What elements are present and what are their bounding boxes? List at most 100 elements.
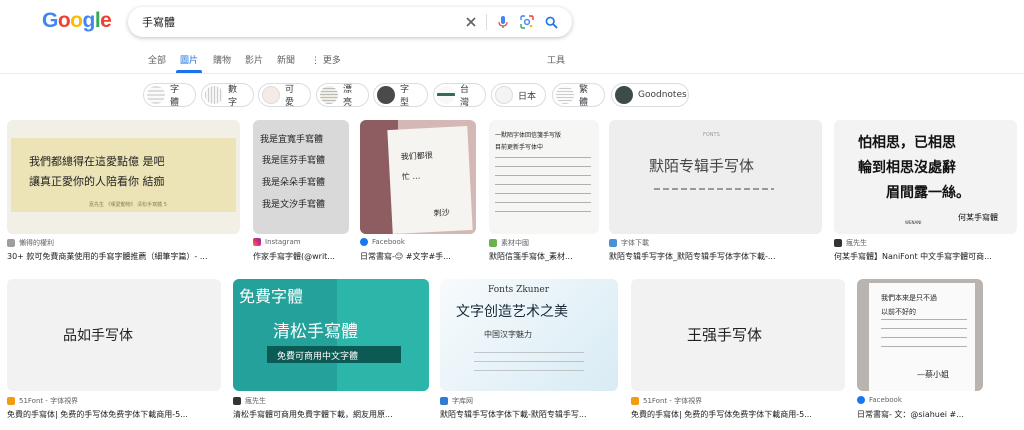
tab-more[interactable]: ⋮ 更多 [311,53,341,66]
chip-thumb [377,86,395,104]
chip-thumb [615,86,633,104]
image-result[interactable]: Fonts Zkuner 文字创造艺术之美 中国汉字魅力 字库网 默陌专辑手写体… [440,279,618,427]
image-result[interactable]: 品如手写体 51Font - 字体視界 免費的手寫体| 免费的手写体免费字体下載… [7,279,221,427]
chip-label: 台灣 [460,85,470,108]
tools-button[interactable]: 工具 [547,53,565,66]
chip-thumb [495,86,513,104]
microphone-icon[interactable] [494,13,512,31]
chip-label: 數字 [228,85,238,108]
image-text: Fonts Zkuner [488,285,549,295]
chip-thumb [262,86,280,104]
image-text: 一默陌字体回信箋手写版 [495,132,562,139]
chip-label: 可愛 [285,85,295,108]
tab-images[interactable]: 圖片 [180,53,198,66]
image-result[interactable]: 我們都總得在這愛點億 是吧 讓真正愛你的人陪看你 結痂 嘉先生 《嘆愛動物》 清… [7,120,243,268]
source-name: 51Font - 字体視界 [19,397,79,405]
chip-goodnotes[interactable]: Goodnotes [611,83,689,107]
chip-taiwan[interactable]: 台灣 [433,83,486,108]
image-text: 中国汉字魅力 [484,330,532,339]
image-result[interactable]: 免費字體 清松手寫體 免費可商用中文字體 瘋先生 清松手寫體可商用免費字體下載，… [233,279,429,427]
brand-label: WENANI [905,220,922,225]
chip-label: 漂亮 [343,85,353,108]
tab-shopping[interactable]: 購物 [213,53,231,66]
result-title: 默陌信箋手寫体_素材... [489,252,573,261]
result-source: 懶得的權利 [7,238,240,248]
source-name: Facebook [372,238,405,246]
image-caption: 何某手寫體 [958,213,998,222]
tab-videos[interactable]: 影片 [245,53,263,66]
chip-thumb [205,86,223,104]
result-title: 默陌专辑手写字体_默陌专辑手写体字体下載-... [609,252,776,261]
image-text: 刺沙 [433,208,450,218]
source-favicon-icon [609,239,617,247]
image-result[interactable]: 我們本來是只不過 以前不好的 —蔡小姐 Facebook 日常書寫- 文：@si… [857,279,983,427]
source-name: 素材中國 [501,239,529,247]
result-image: 我们都很 忙 … 刺沙 [360,120,476,234]
tab-all[interactable]: 全部 [148,53,166,66]
chip-thumb [556,86,574,104]
result-source: Facebook [360,238,476,246]
image-text: 我是朵朵手寫體 [262,178,326,188]
image-caption: 嘉先生 《嘆愛動物》 清松手寫體 5 [89,202,167,208]
image-result[interactable]: 王强手写体 51Font - 字体視界 免費的手寫体| 免费的手写体免费字体下載… [631,279,845,427]
source-favicon-icon [233,397,241,405]
chip-numbers[interactable]: 數字 [201,83,254,108]
source-name: Instagram [265,238,301,246]
result-source: 瘋先生 [233,396,429,406]
image-text: 我是文汐手寫體 [262,200,326,210]
tab-news[interactable]: 新聞 [277,53,295,66]
handwriting-lines [881,319,967,355]
image-text: 眉間露一絲。 [886,185,970,201]
search-input[interactable] [142,13,442,31]
paper-sheet: 我们都很 忙 … 刺沙 [387,125,473,234]
chip-cute[interactable]: 可愛 [258,83,311,108]
chip-pretty[interactable]: 漂亮 [316,83,369,108]
result-source: 素材中國 [489,238,599,248]
image-result[interactable]: 怕相思，已相思 輪到相思沒處辭 眉間露一絲。 WENANI 何某手寫體 瘋先生 … [834,120,1017,268]
image-result[interactable]: 我是宜寬手寫體 我是匡芬手寫體 我是朵朵手寫體 我是文汐手寫體 Instagra… [253,120,349,268]
tab-more-label: 更多 [322,56,341,66]
chip-traditional[interactable]: 繁體 [552,83,605,108]
handwriting-lines [474,349,584,379]
result-image: 王强手写体 [631,279,845,391]
chip-font[interactable]: 字體 [143,83,196,108]
handwriting-lines [495,156,591,220]
clear-icon[interactable] [462,13,480,31]
result-source: 51Font - 字体視界 [7,396,221,406]
result-image: 品如手写体 [7,279,221,391]
image-text: 默陌专辑手写体 [649,157,755,175]
facebook-icon [360,238,368,246]
source-favicon-icon [440,397,448,405]
image-text: 我是匡芬手寫體 [262,156,326,166]
image-text: 我们都很 [400,150,433,162]
result-image: 一默陌字体回信箋手写版 目前更新手写体中 [489,120,599,234]
google-logo[interactable]: Google [42,9,112,33]
image-result[interactable]: 一默陌字体回信箋手写版 目前更新手写体中 素材中國 默陌信箋手寫体_素材... [489,120,599,268]
image-text: 讓真正愛你的人陪看你 結痂 [29,175,165,188]
source-name: 瘋先生 [245,397,266,405]
result-source: Facebook [857,396,983,404]
chip-japan[interactable]: 日本 [491,83,546,107]
result-title: 日常書寫- 文：@siahuei #... [857,410,964,419]
result-title: 何某手寫體】NaniFont 中文手寫字體可商... [834,252,992,261]
nav-divider [0,73,1024,74]
image-caption: FONTS [703,132,720,138]
chip-label: 繁體 [579,85,589,108]
image-text: 品如手写体 [63,328,133,344]
image-text: 忙 … [401,171,421,182]
result-title: 30+ 款可免費商業使用的手寫字體推薦（細筆字篇）- ... [7,252,208,261]
chip-thumb [147,86,165,104]
image-result[interactable]: FONTS 默陌专辑手写体 字体下載 默陌专辑手写字体_默陌专辑手写体字体下載-… [609,120,822,268]
image-text: 目前更新手写体中 [495,144,544,151]
more-dots-icon: ⋮ [311,56,320,66]
result-image: 怕相思，已相思 輪到相思沒處辭 眉間露一絲。 WENANI 何某手寫體 [834,120,1017,234]
image-result[interactable]: 我们都很 忙 … 刺沙 Facebook 日常書寫-😐 #文字#手... [360,120,476,268]
chip-label: 字體 [170,85,180,108]
result-source: 字体下載 [609,238,822,248]
image-text: 怕相思，已相思 [858,135,956,151]
image-text: 王强手写体 [687,326,763,344]
search-icon[interactable] [542,13,560,31]
image-text: 我們本來是只不過 [881,294,937,302]
lens-icon[interactable] [518,13,536,31]
chip-typeface[interactable]: 字 型 [373,83,428,108]
